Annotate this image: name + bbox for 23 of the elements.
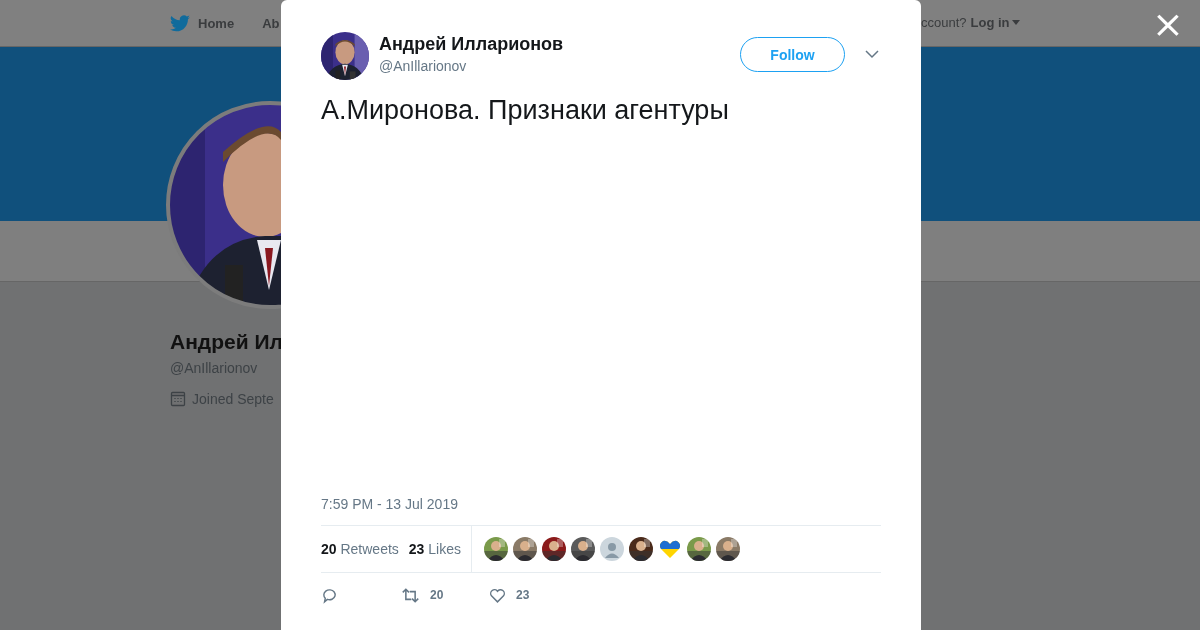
author-handle[interactable]: @AnIllarionov [379,58,740,74]
retweet-icon [401,586,420,604]
profile-name: Андрей Ил [170,330,284,354]
author-name[interactable]: Андрей Илларионов [379,34,740,55]
like-icon [489,586,506,604]
retweet-button[interactable]: 20 [401,586,489,604]
default-avatar-icon [600,537,624,561]
tweet-text: А.Миронова. Признаки агентуры [321,94,730,127]
stat-link[interactable]: 23 Likes [408,541,461,557]
close-button[interactable]: × [1152,6,1182,42]
follow-button[interactable]: Follow [740,37,845,72]
like-button[interactable]: 23 [489,586,530,604]
caret-icon [1011,20,1020,25]
nav-link[interactable]: Home [170,14,235,32]
login-link[interactable]: Log in [970,15,1020,30]
account-prompt: ccount? [921,15,967,30]
stat-link[interactable]: 20 Retweets [321,541,399,557]
tweet-timestamp: 7:59 PM - 13 Jul 2019 [321,496,459,512]
chevron-down-icon[interactable] [865,50,879,59]
bird-icon [170,14,190,32]
reply-icon [321,586,338,604]
nav-link[interactable]: Ab [262,15,280,31]
calendar-icon [170,391,186,407]
